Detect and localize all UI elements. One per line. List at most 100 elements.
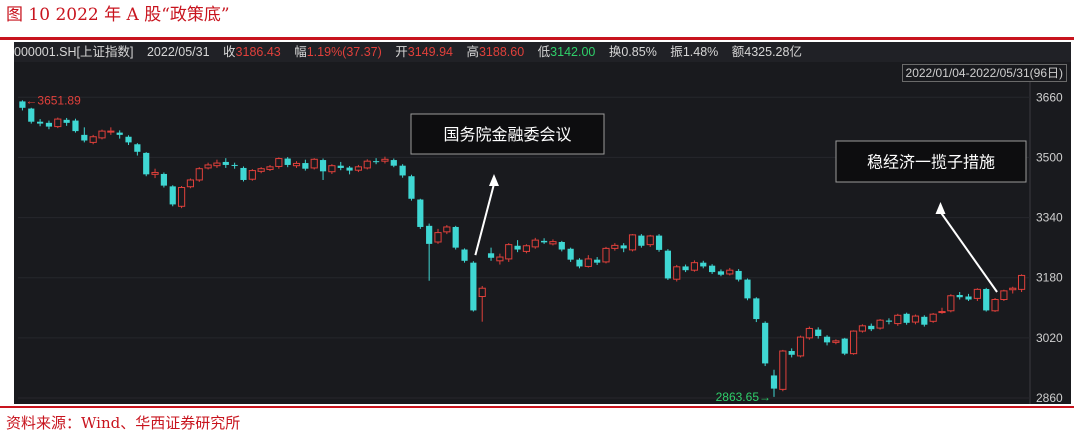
candle-body-up — [275, 158, 283, 167]
candle-body-up — [911, 315, 920, 323]
candle-body-up — [1017, 274, 1026, 290]
candle-body-up — [522, 245, 531, 252]
candle-body-down — [461, 249, 468, 261]
candle-body-down — [514, 245, 521, 250]
y-tick-label: 3500 — [1036, 150, 1063, 164]
candle-body-down — [558, 242, 565, 250]
candle-body-up — [796, 336, 805, 357]
candle-body-up — [54, 118, 62, 128]
candle-body-up — [611, 244, 619, 249]
candlestick-chart: 3660 3500 3340 3180 3020 2860 ←3651.89 2863.65→… — [18, 82, 1063, 404]
candle-body-down — [709, 265, 716, 273]
candle-body-down — [956, 295, 963, 298]
candle-body-down — [81, 134, 88, 141]
candle-body-down — [753, 298, 760, 320]
candle-body-up — [584, 258, 592, 267]
candle-body-down — [231, 164, 238, 166]
candle-body-up — [876, 319, 884, 329]
candle-body-up — [690, 262, 699, 271]
candle-body-down — [885, 320, 893, 322]
candle-body-up — [204, 164, 212, 169]
candle-body-down — [302, 163, 309, 169]
candle-body-up — [354, 166, 363, 171]
candle-body-up — [151, 171, 159, 175]
candle-body-down — [346, 167, 353, 171]
candle-body-up — [602, 247, 610, 263]
candle-body-down — [169, 186, 176, 205]
candle-body-up — [434, 232, 442, 243]
candle-body-down — [541, 240, 548, 243]
candle-body-up — [1009, 287, 1017, 291]
candle-body-down — [125, 136, 132, 143]
candle-body-down — [700, 262, 707, 267]
y-tick-label: 3020 — [1036, 331, 1063, 345]
candle-body-down — [222, 161, 229, 165]
y-tick-label: 3340 — [1036, 211, 1063, 225]
candle-body-up — [531, 239, 539, 248]
candle-body-up — [107, 130, 115, 133]
candle-body-down — [620, 245, 627, 249]
candle-body-down — [28, 108, 35, 122]
candle-body-up — [549, 241, 557, 245]
candle-body-down — [390, 160, 397, 166]
candle-body-up — [832, 340, 840, 343]
candle-body-up — [849, 330, 858, 355]
candle-body-down — [373, 161, 380, 163]
candle-body-up — [186, 179, 195, 188]
candle-body-down — [841, 338, 848, 354]
chart-panel: 000001.SH[上证指数] 2022/05/31 收3186.43 幅1.1… — [14, 42, 1071, 404]
candle-body-up — [673, 266, 681, 280]
candle-body-down — [240, 167, 247, 180]
candle-body-down — [37, 121, 44, 124]
candle-body-up — [213, 162, 221, 167]
candle-body-up — [726, 269, 734, 275]
annotation-arrow-head — [488, 174, 499, 186]
annotation-arrow-shaft — [474, 183, 495, 256]
candle-body-down — [664, 250, 671, 279]
candle-body-down — [143, 152, 150, 175]
candle-body-up — [310, 158, 318, 169]
candle-body-down — [399, 165, 406, 176]
annotation-arrow-head — [935, 202, 946, 214]
candle-body-up — [805, 327, 813, 339]
y-tick-label: 3660 — [1036, 90, 1063, 104]
candle-body-down — [717, 271, 725, 275]
candle-body-down — [594, 259, 601, 263]
candle-body-down — [567, 248, 574, 260]
annotation-text: 国务院金融委会议 — [443, 125, 571, 144]
candle-body-down — [762, 322, 769, 364]
candle-body-up — [328, 165, 336, 173]
candle-body-up — [98, 130, 106, 139]
candle-body-up — [505, 244, 513, 260]
candle-body-down — [823, 336, 831, 343]
candle-body-down — [487, 253, 495, 258]
max-price-label: ←3651.89 — [25, 93, 81, 107]
annotation-text: 稳经济一揽子措施 — [867, 153, 995, 172]
candle-body-down — [408, 176, 415, 199]
candle-body-up — [443, 226, 451, 233]
candle-body-up — [973, 288, 981, 299]
candle-body-up — [938, 311, 946, 314]
candle-body-down — [116, 132, 123, 135]
candle-body-down — [160, 173, 167, 186]
candle-body-up — [177, 186, 186, 207]
candle-body-down — [417, 199, 424, 227]
candle-body-up — [894, 314, 902, 325]
figure-title: 图 10 2022 年 A 股“政策底” — [6, 5, 230, 25]
candle-body-up — [496, 256, 504, 262]
candle-body-down — [744, 279, 751, 299]
candle-body-down — [319, 160, 327, 172]
candle-body-down — [868, 325, 875, 330]
candle-body-up — [646, 235, 654, 246]
min-price-label: 2863.65→ — [716, 390, 771, 404]
candle-body-up — [947, 295, 955, 312]
candle-body-up — [628, 234, 637, 251]
y-tick-label: 3180 — [1036, 271, 1063, 285]
candle-body-up — [858, 325, 867, 332]
candle-body-down — [426, 225, 433, 244]
candle-body-up — [363, 160, 371, 169]
candle-body-up — [478, 287, 486, 298]
candle-body-down — [921, 316, 928, 325]
candle-body-up — [195, 168, 203, 181]
candle-body-down — [638, 235, 645, 246]
